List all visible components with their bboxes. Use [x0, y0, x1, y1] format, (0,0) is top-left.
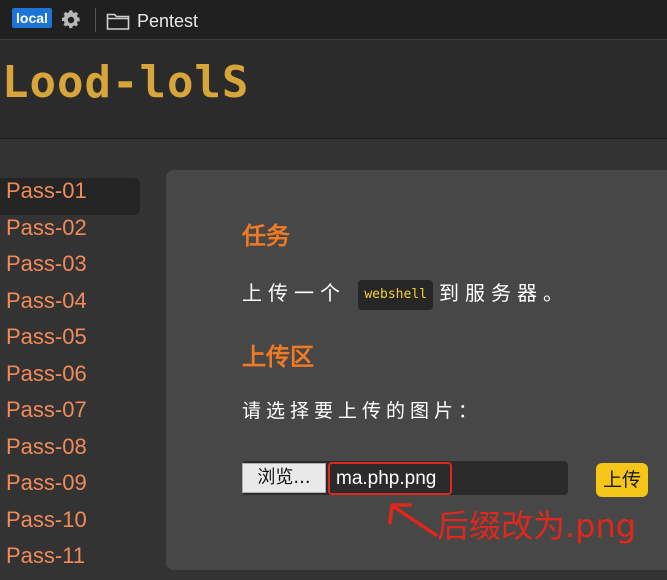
sidebar-item-pass-02[interactable]: Pass-02 — [0, 215, 140, 252]
sidebar-item-pass-06[interactable]: Pass-06 — [0, 361, 140, 398]
bookmark-folder-pentest[interactable]: Pentest — [137, 10, 198, 32]
sidebar-item-pass-09[interactable]: Pass-09 — [0, 470, 140, 507]
folder-icon[interactable] — [106, 11, 130, 31]
task-text-after: 到服务器。 — [438, 281, 569, 305]
sidebar-item-pass-03[interactable]: Pass-03 — [0, 251, 140, 288]
sidebar-item-pass-05[interactable]: Pass-05 — [0, 324, 140, 361]
selected-filename: ma.php.png — [328, 462, 452, 495]
local-bookmark-badge[interactable]: local — [12, 8, 52, 28]
sidebar-item-pass-04[interactable]: Pass-04 — [0, 288, 140, 325]
site-logo[interactable]: Lood-lolS — [2, 58, 249, 108]
upload-prompt: 请选择要上传的图片： — [242, 400, 483, 422]
sidebar-item-pass-07[interactable]: Pass-07 — [0, 397, 140, 434]
sidebar-item-pass-08[interactable]: Pass-08 — [0, 434, 140, 471]
upload-heading: 上传区 — [242, 343, 314, 371]
bookmarks-bar: local Pentest — [0, 0, 667, 40]
settings-gear-icon[interactable] — [60, 9, 82, 31]
bookmarks-separator — [95, 8, 96, 32]
task-description: 上传一个 webshell 到服务器。 — [242, 279, 569, 310]
task-text-before: 上传一个 — [242, 281, 346, 305]
browse-button[interactable]: 浏览... — [242, 463, 326, 493]
task-heading: 任务 — [242, 222, 290, 250]
annotation-arrow-icon — [388, 503, 438, 537]
upload-submit-button[interactable]: 上传 — [596, 463, 648, 497]
pass-sidebar: Pass-01 Pass-02 Pass-03 Pass-04 Pass-05 … — [0, 178, 140, 580]
sidebar-item-pass-01[interactable]: Pass-01 — [0, 178, 140, 215]
sidebar-item-pass-10[interactable]: Pass-10 — [0, 507, 140, 544]
webshell-code-chip: webshell — [358, 279, 433, 310]
annotation-text: 后缀改为.png — [437, 507, 637, 545]
sidebar-item-pass-11[interactable]: Pass-11 — [0, 543, 140, 580]
